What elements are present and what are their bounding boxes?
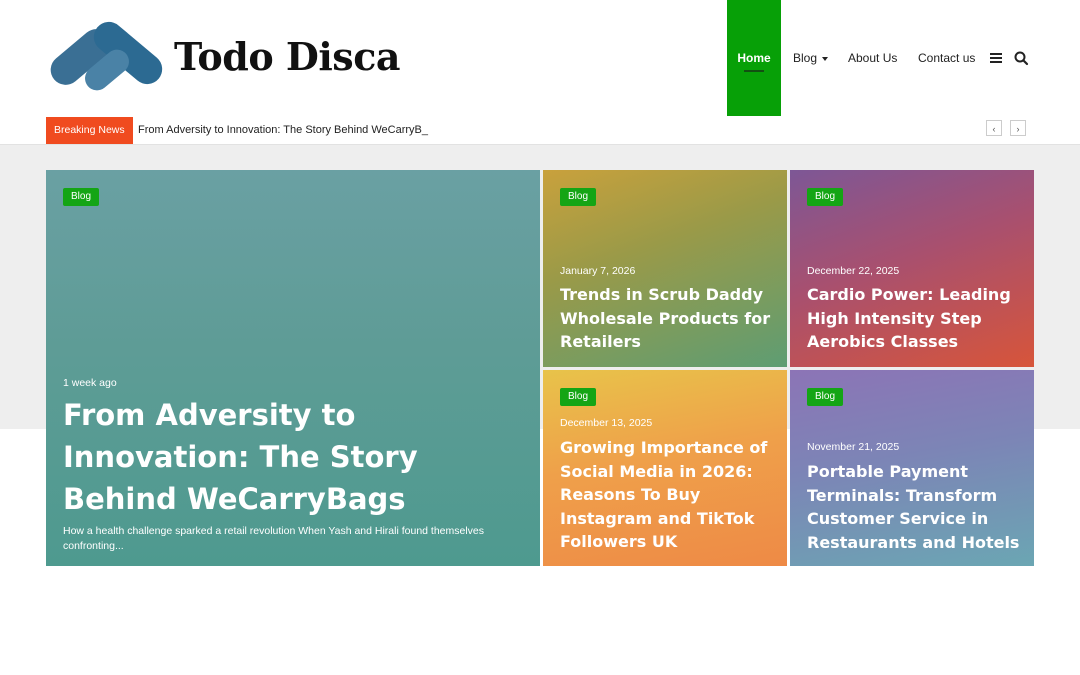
post-date: November 21, 2025 [807,441,900,453]
category-badge[interactable]: Blog [560,188,597,206]
nav-about[interactable]: About Us [848,0,897,116]
nav-blog[interactable]: Blog [793,0,829,116]
chevron-down-icon [822,56,829,61]
post-title[interactable]: Growing Importance of Social Media in 20… [560,436,778,554]
nav-contact-label: Contact us [918,51,976,65]
search-icon[interactable] [1013,50,1029,66]
post-date: December 13, 2025 [560,417,653,429]
site-header: Todo Disca Home Blog About Us Contact us [0,0,1080,117]
category-badge[interactable]: Blog [807,188,844,206]
nav-about-label: About Us [848,51,898,65]
featured-card[interactable]: Blog November 21, 2025 Portable Payment … [790,370,1034,566]
nav-home[interactable]: Home [727,0,781,116]
post-date: January 7, 2026 [560,265,636,277]
post-title[interactable]: From Adversity to Innovation: The Story … [63,394,533,520]
nav-contact[interactable]: Contact us [918,0,975,116]
breaking-news-headline[interactable]: From Adversity to Innovation: The Story … [138,116,428,144]
breaking-news-bar: Breaking News From Adversity to Innovati… [0,116,1080,144]
category-badge[interactable]: Blog [63,188,100,206]
featured-card[interactable]: Blog December 13, 2025 Growing Importanc… [543,370,787,566]
featured-card[interactable]: Blog January 7, 2026 Trends in Scrub Dad… [543,170,787,367]
active-indicator [744,70,764,72]
post-date: 1 week ago [63,377,117,389]
site-title: Todo Disca [174,34,400,79]
site-logo[interactable]: Todo Disca [48,20,400,95]
featured-card-main[interactable]: Blog 1 week ago From Adversity to Innova… [46,170,540,566]
post-title[interactable]: Trends in Scrub Daddy Wholesale Products… [560,283,778,354]
category-badge[interactable]: Blog [560,388,597,406]
featured-card[interactable]: Blog December 22, 2025 Cardio Power: Lea… [790,170,1034,367]
breaking-news-label: Breaking News [46,117,133,144]
post-title[interactable]: Portable Payment Terminals: Transform Cu… [807,460,1025,554]
category-badge[interactable]: Blog [807,388,844,406]
post-date: December 22, 2025 [807,265,900,277]
post-excerpt: How a health challenge sparked a retail … [63,525,485,552]
post-title[interactable]: Cardio Power: Leading High Intensity Ste… [807,283,1025,354]
breaking-next-button[interactable]: › [1010,120,1026,136]
logo-mark-icon [50,21,163,91]
nav-blog-label: Blog [793,51,818,65]
menu-icon[interactable] [988,50,1004,66]
nav-home-label: Home [737,51,771,65]
breaking-prev-button[interactable]: ‹ [986,120,1002,136]
